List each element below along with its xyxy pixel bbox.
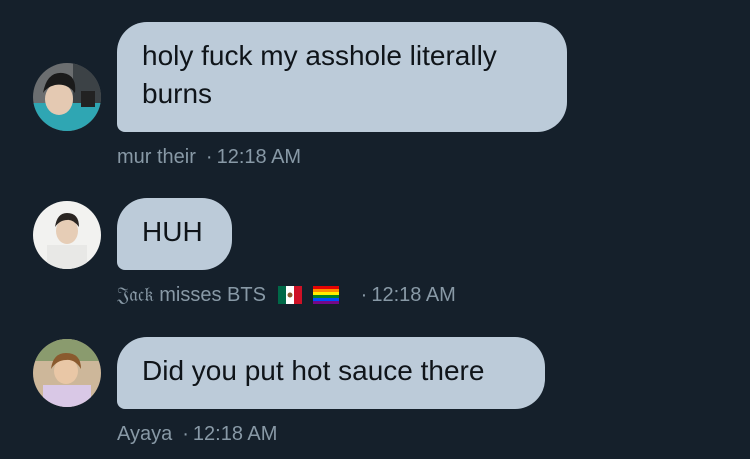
message-text: HUH: [142, 216, 203, 247]
message-bubble[interactable]: HUH: [117, 198, 232, 270]
timestamp: 12:18 AM: [192, 423, 278, 445]
mexico-flag-icon: [277, 286, 302, 304]
avatar-jack[interactable]: [33, 201, 101, 269]
avatar-image: [33, 201, 101, 269]
message-text-line-1: holy fuck my asshole literally: [142, 40, 497, 71]
sender-name[interactable]: 𝔍𝔞𝔠𝔨 misses BTS: [117, 284, 266, 306]
message-text: Did you put hot sauce there: [142, 355, 485, 386]
separator-dot: ·: [205, 146, 213, 168]
message-bubble[interactable]: holy fuck my asshole literally burns: [117, 22, 567, 132]
avatar-image: [33, 63, 101, 131]
sender-name[interactable]: mur their: [117, 146, 196, 168]
message-meta: mur their · 12:18 AM: [117, 145, 301, 169]
timestamp: 12:18 AM: [216, 146, 302, 168]
message-meta: Ayaya · 12:18 AM: [117, 422, 277, 446]
message-meta: 𝔍𝔞𝔠𝔨 misses BTS · 12:18 AM: [117, 283, 456, 307]
separator-dot: ·: [182, 423, 189, 445]
avatar-ayaya[interactable]: [33, 339, 101, 407]
rainbow-flag-icon: [313, 286, 340, 304]
sender-name[interactable]: Ayaya: [117, 423, 172, 445]
message-bubble[interactable]: Did you put hot sauce there: [117, 337, 545, 409]
avatar-mur-their[interactable]: [33, 63, 101, 131]
avatar-image: [33, 339, 101, 407]
separator-dot: ·: [360, 284, 368, 306]
message-text-line-2: burns: [142, 78, 213, 109]
timestamp: 12:18 AM: [371, 284, 456, 306]
